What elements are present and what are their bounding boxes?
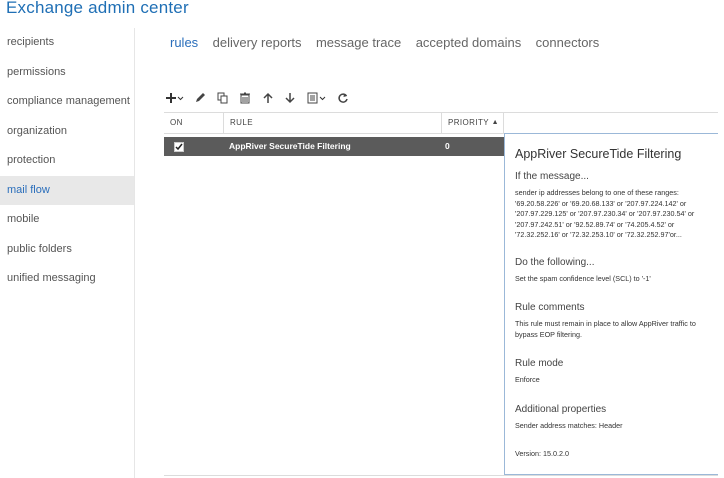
if-conditions: sender ip addresses belong to one of the… — [515, 188, 695, 239]
grid-header: ON RULE PRIORITY ▲ — [164, 112, 718, 134]
nav-item-public-folders[interactable]: public folders — [0, 235, 134, 265]
comments-heading: Rule comments — [515, 302, 585, 313]
rule-comments: This rule must remain in place to allow … — [515, 319, 696, 339]
grid-bottom-border — [164, 475, 718, 476]
if-heading: If the message... — [515, 171, 589, 182]
tab-delivery-reports[interactable]: delivery reports — [213, 35, 302, 50]
sort-ascending-icon: ▲ — [491, 119, 499, 126]
tab-rules[interactable]: rules — [170, 35, 198, 50]
left-navigation: recipients permissions compliance manage… — [0, 28, 135, 478]
do-heading: Do the following... — [515, 256, 595, 268]
rule-name: AppRiver SecureTide Filtering — [229, 141, 351, 151]
column-priority-label: PRIORITY — [448, 118, 489, 127]
props-heading: Additional properties — [515, 403, 607, 415]
tab-bar: rules delivery reports message trace acc… — [170, 34, 609, 52]
column-priority[interactable]: PRIORITY ▲ — [442, 113, 504, 133]
add-icon[interactable] — [166, 89, 184, 105]
edit-icon[interactable] — [194, 89, 206, 105]
app-title: Exchange admin center — [6, 0, 189, 17]
nav-item-unified-messaging[interactable]: unified messaging — [0, 264, 134, 294]
tab-accepted-domains[interactable]: accepted domains — [416, 35, 522, 50]
nav-item-organization[interactable]: organization — [0, 117, 134, 147]
additional-properties: Sender address matches: Header — [515, 420, 623, 430]
rule-details-pane: AppRiver SecureTide Filtering If the mes… — [504, 133, 718, 475]
nav-item-protection[interactable]: protection — [0, 146, 134, 176]
rule-priority: 0 — [445, 141, 450, 151]
mode-heading: Rule mode — [515, 358, 564, 369]
tab-connectors[interactable]: connectors — [536, 35, 600, 50]
details-title: AppRiver SecureTide Filtering — [515, 147, 682, 161]
nav-item-mobile[interactable]: mobile — [0, 205, 134, 235]
delete-icon[interactable] — [239, 89, 251, 105]
nav-item-permissions[interactable]: permissions — [0, 58, 134, 88]
version-text: Version: 15.0.2.0 — [515, 449, 569, 458]
rules-toolbar — [166, 88, 355, 106]
tab-message-trace[interactable]: message trace — [316, 35, 401, 50]
move-down-icon[interactable] — [284, 89, 296, 105]
nav-item-recipients[interactable]: recipients — [0, 28, 134, 58]
do-actions: Set the spam confidence level (SCL) to '… — [515, 273, 651, 283]
nav-item-mail-flow[interactable]: mail flow — [0, 175, 134, 205]
rule-enabled-checkbox[interactable] — [174, 142, 184, 152]
column-on[interactable]: ON — [164, 113, 224, 133]
column-rule[interactable]: RULE — [224, 113, 442, 133]
nav-item-compliance-management[interactable]: compliance management — [0, 87, 134, 117]
move-up-icon[interactable] — [262, 89, 274, 105]
rule-mode: Enforce — [515, 375, 540, 384]
table-row[interactable]: AppRiver SecureTide Filtering 0 — [164, 137, 504, 156]
more-icon[interactable] — [307, 89, 327, 105]
copy-icon[interactable] — [217, 89, 229, 105]
refresh-icon[interactable] — [337, 89, 349, 105]
